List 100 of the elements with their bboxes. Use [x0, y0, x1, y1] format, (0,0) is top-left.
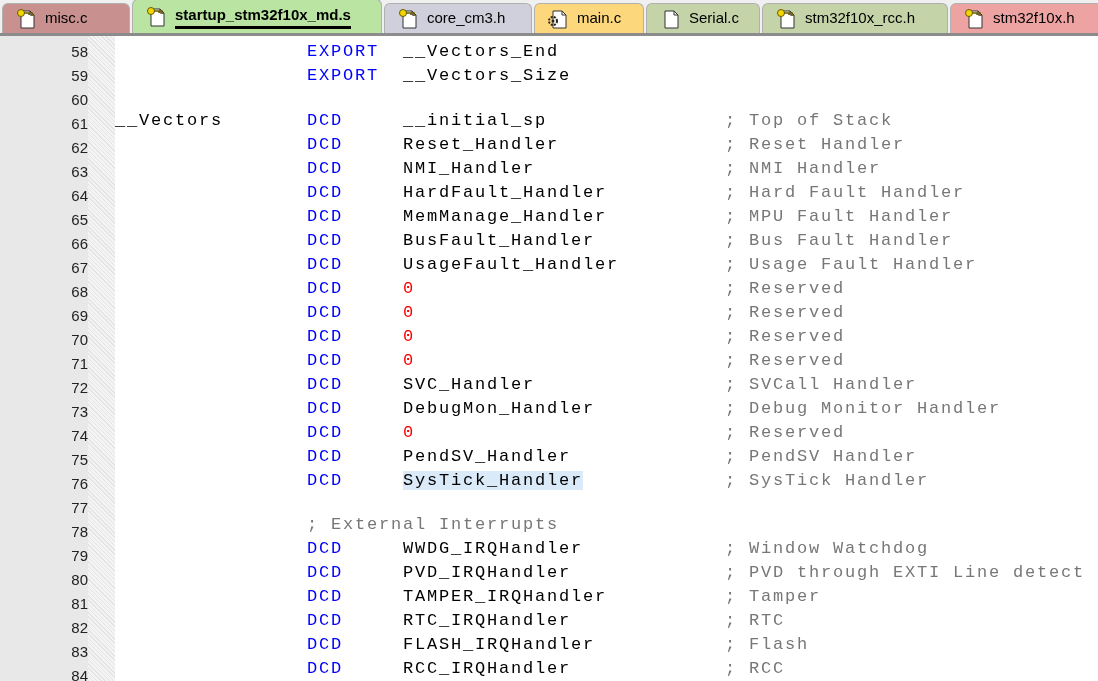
line-number: 67: [71, 257, 88, 278]
code-directive: DCD: [307, 398, 343, 418]
code-comment: ; External Interrupts: [307, 514, 560, 537]
line-number: 77: [71, 497, 88, 518]
code-operand: PVD_IRQHandler: [403, 563, 572, 583]
line-number: 82: [71, 617, 88, 638]
code-comment: ; Usage Fault Handler: [725, 253, 978, 276]
line-number: 72: [71, 377, 88, 398]
code-comment: ; Reserved: [725, 277, 846, 300]
code-comment: ; SVCall Handler: [725, 373, 918, 396]
code-comment: ; Reserved: [725, 349, 846, 372]
code-operand: DebugMon_Handler: [403, 398, 596, 418]
line-number: 66: [71, 233, 88, 254]
line-number: 84: [71, 665, 88, 681]
line-number: 58: [71, 41, 88, 62]
code-comment: ; Flash: [725, 634, 809, 657]
line-number: 68: [71, 281, 88, 302]
code-directive: DCD: [307, 422, 343, 442]
code-operand: Reset_Handler: [403, 134, 560, 154]
code-comment: ; Debug Monitor Handler: [725, 397, 1002, 420]
code-label: __Vectors: [115, 110, 223, 130]
code-directive: DCD: [307, 134, 343, 154]
line-number: 69: [71, 305, 88, 326]
key-document-icon: [145, 5, 167, 28]
code-directive: DCD: [307, 374, 343, 394]
code-operand: __Vectors_Size: [403, 66, 572, 86]
file-tab[interactable]: main.c: [534, 3, 644, 33]
code-directive: DCD: [307, 539, 343, 559]
code-comment: ; Reserved: [725, 325, 846, 348]
code-comment: ; RTC: [725, 610, 785, 633]
code-comment: ; Reserved: [725, 301, 846, 324]
code-operand: SVC_Handler: [403, 374, 536, 394]
file-tab[interactable]: core_cm3.h: [384, 3, 532, 33]
code-directive: DCD: [307, 206, 343, 226]
key-document-icon: [15, 7, 37, 30]
code-operand: 0: [403, 326, 415, 346]
code-operand: 0: [403, 278, 415, 298]
line-number: 62: [71, 137, 88, 158]
line-number: 83: [71, 641, 88, 662]
code-operand: 0: [403, 422, 415, 442]
code-operand: BusFault_Handler: [403, 230, 596, 250]
code-directive: DCD: [307, 326, 343, 346]
code-directive: DCD: [307, 278, 343, 298]
code-operand: SysTick_Handler: [403, 470, 584, 490]
key-document-icon: [775, 7, 797, 30]
key-document-icon: [397, 7, 419, 30]
line-number: 74: [71, 425, 88, 446]
code-operand: __initial_sp: [403, 110, 548, 130]
code-comment: ; MPU Fault Handler: [725, 205, 954, 228]
code-directive: DCD: [307, 659, 343, 679]
line-number: 76: [71, 473, 88, 494]
line-number: 75: [71, 449, 88, 470]
code-operand: NMI_Handler: [403, 158, 536, 178]
line-number: 65: [71, 209, 88, 230]
line-number: 71: [71, 353, 88, 374]
line-number: 79: [71, 545, 88, 566]
line-number: 70: [71, 329, 88, 350]
line-number: 61: [71, 113, 88, 134]
code-directive: DCD: [307, 587, 343, 607]
code-comment: ; SysTick Handler: [725, 469, 930, 492]
key-document-icon: [963, 7, 985, 30]
code-directive: DCD: [307, 563, 343, 583]
code-comment: ; PVD through EXTI Line detect: [725, 562, 1086, 585]
file-tab[interactable]: Serial.c: [646, 3, 760, 33]
gear-document-icon: [547, 7, 569, 30]
code-operand: UsageFault_Handler: [403, 254, 620, 274]
code-comment: ; RCC: [725, 658, 785, 681]
code-comment: ; Top of Stack: [725, 109, 894, 132]
code-comment: ; Tamper: [725, 586, 821, 609]
code-directive: DCD: [307, 230, 343, 250]
code-directive: DCD: [307, 182, 343, 202]
line-number: 80: [71, 569, 88, 590]
file-tab[interactable]: startup_stm32f10x_md.s: [132, 0, 382, 33]
code-operand: RTC_IRQHandler: [403, 611, 572, 631]
file-tab[interactable]: misc.c: [2, 3, 130, 33]
code-directive: DCD: [307, 611, 343, 631]
code-directive: DCD: [307, 470, 343, 490]
code-comment: ; PendSV Handler: [725, 445, 918, 468]
code-directive: DCD: [307, 302, 343, 322]
code-operand: RCC_IRQHandler: [403, 659, 572, 679]
code-operand: TAMPER_IRQHandler: [403, 587, 608, 607]
code-operand: WWDG_IRQHandler: [403, 539, 584, 559]
code-directive: DCD: [307, 350, 343, 370]
file-tab[interactable]: stm32f10x_rcc.h: [762, 3, 948, 33]
line-number: 78: [71, 521, 88, 542]
line-number: 64: [71, 185, 88, 206]
code-directive: DCD: [307, 110, 343, 130]
code-operand: __Vectors_End: [403, 42, 560, 62]
code-directive: DCD: [307, 254, 343, 274]
line-number: 59: [71, 65, 88, 86]
code-comment: ; Hard Fault Handler: [725, 181, 966, 204]
code-operand: 0: [403, 350, 415, 370]
code-comment: ; Window Watchdog: [725, 538, 930, 561]
line-number: 60: [71, 89, 88, 110]
code-comment: ; NMI Handler: [725, 157, 882, 180]
line-number: 73: [71, 401, 88, 422]
file-tab[interactable]: stm32f10x.h: [950, 3, 1098, 33]
code-comment: ; Reset Handler: [725, 133, 906, 156]
code-directive: DCD: [307, 446, 343, 466]
line-number: 81: [71, 593, 88, 614]
